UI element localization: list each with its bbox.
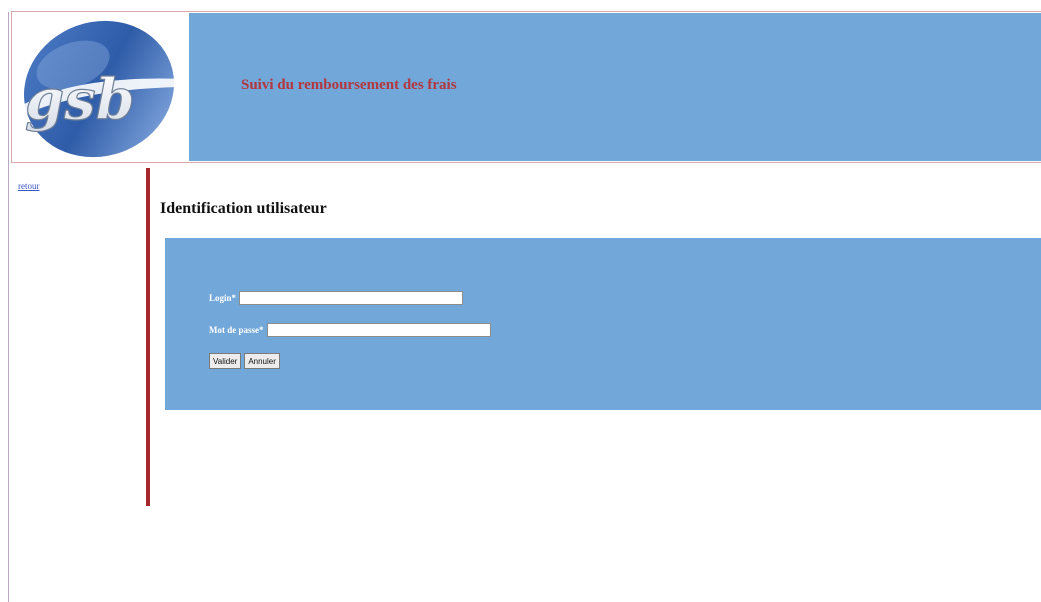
page: gsb Suivi du remboursement des frais ret… [0,0,1041,602]
button-row: Valider Annuler [209,353,283,369]
password-input[interactable] [266,323,491,337]
sidebar-divider [146,168,150,506]
gsb-logo: gsb [13,13,187,161]
page-heading: Identification utilisateur [160,200,327,217]
login-label: Login* [209,293,237,303]
login-row: Login* [209,291,464,305]
password-label: Mot de passe* [209,325,264,335]
logo-text: gsb [25,67,135,133]
page-left-border [8,12,9,602]
header: gsb Suivi du remboursement des frais [11,11,1041,163]
password-row: Mot de passe* [209,323,491,337]
gsb-logo-graphic: gsb [19,20,183,158]
login-panel: Login* Mot de passe* Valider Annuler [165,238,1041,410]
app-title: Suivi du remboursement des frais [241,77,457,93]
submit-button[interactable]: Valider [209,353,242,369]
sidebar-link-retour[interactable]: retour [18,181,40,191]
cancel-button[interactable]: Annuler [244,353,280,369]
header-band: Suivi du remboursement des frais [189,13,1041,161]
login-input[interactable] [239,291,464,305]
